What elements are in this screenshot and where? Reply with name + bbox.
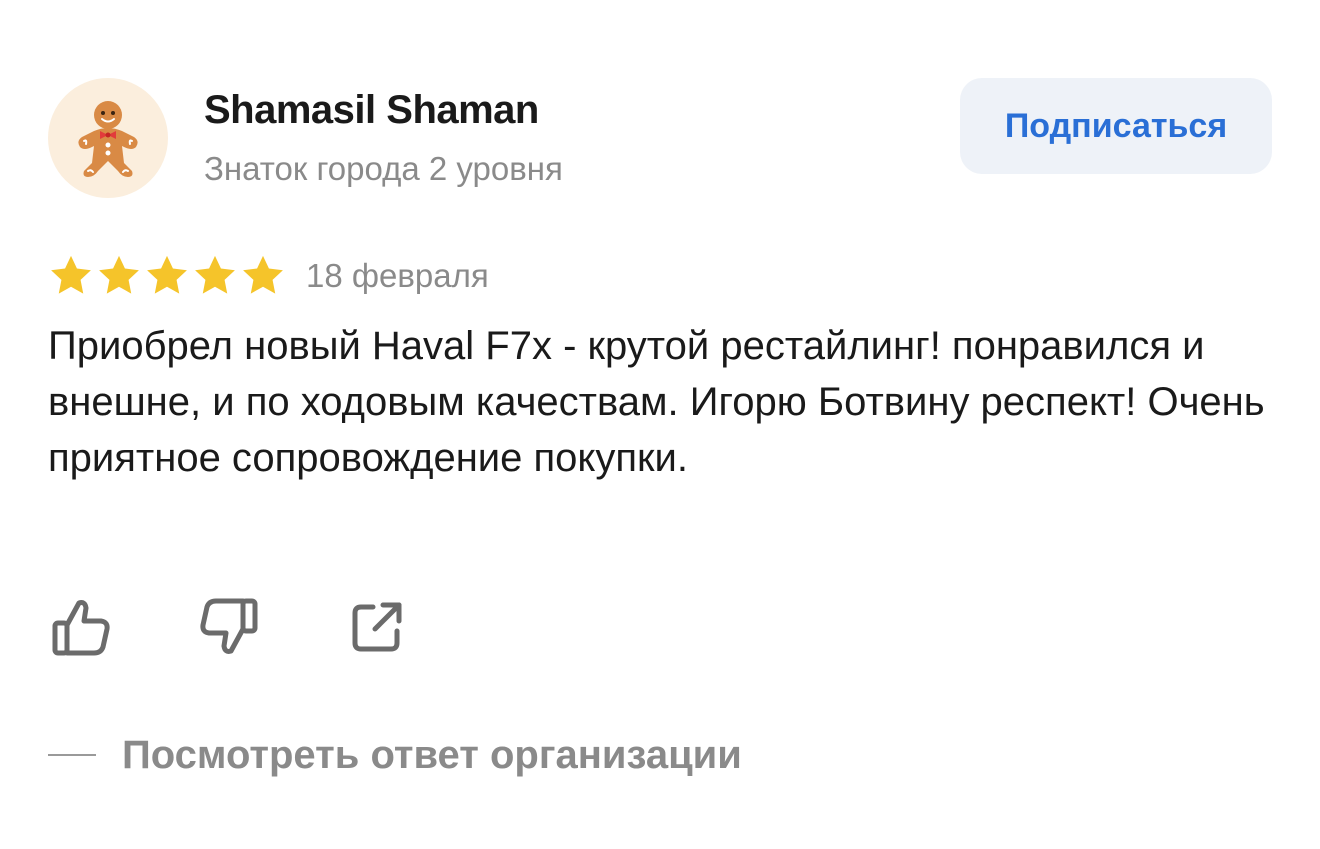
author-name[interactable]: Shamasil Shaman xyxy=(204,88,539,133)
star-icon xyxy=(147,255,187,294)
view-org-reply-label: Посмотреть ответ организации xyxy=(122,732,742,777)
review-date: 18 февраля xyxy=(306,257,489,294)
author-avatar[interactable] xyxy=(48,78,168,198)
review-card: Shamasil Shaman Знаток города 2 уровня П… xyxy=(0,0,1320,849)
star-icon xyxy=(51,255,91,294)
share-button[interactable] xyxy=(344,594,410,660)
gingerbread-man-icon xyxy=(78,101,138,177)
rating-row: 18 февраля xyxy=(48,252,489,300)
review-actions xyxy=(48,594,410,660)
thumbs-down-icon xyxy=(200,598,258,654)
star-icon xyxy=(99,255,139,294)
thumbs-up-icon xyxy=(52,600,110,656)
share-icon xyxy=(352,602,402,652)
author-level: Знаток города 2 уровня xyxy=(204,150,563,187)
dislike-button[interactable] xyxy=(196,594,262,660)
subscribe-button[interactable]: Подписаться xyxy=(960,78,1272,174)
dash-divider xyxy=(48,754,96,756)
star-icon xyxy=(195,255,235,294)
like-button[interactable] xyxy=(48,594,114,660)
star-icon xyxy=(243,255,283,294)
review-text: Приобрел новый Haval F7x - крутой рестай… xyxy=(48,324,1265,480)
view-org-reply-link[interactable]: Посмотреть ответ организации xyxy=(48,728,742,782)
star-rating xyxy=(48,254,286,298)
